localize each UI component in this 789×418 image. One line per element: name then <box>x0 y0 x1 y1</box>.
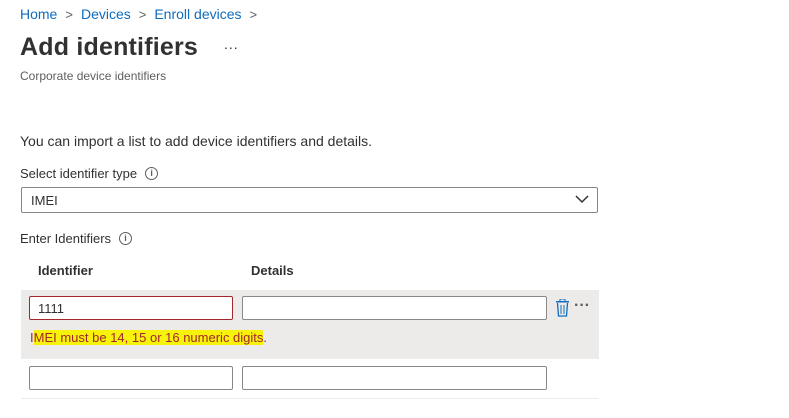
page-title: Add identifiers <box>20 33 199 61</box>
more-options-icon[interactable]: ... <box>224 36 239 52</box>
identifier-type-label: Select identifier type i <box>20 166 159 181</box>
error-text-highlighted: MEI must be 14, 15 or 16 numeric digits <box>33 330 264 345</box>
identifier-error-message: IMEI must be 14, 15 or 16 numeric digits… <box>30 330 267 345</box>
column-header-identifier: Identifier <box>38 263 93 278</box>
intro-text: You can import a list to add device iden… <box>20 133 373 149</box>
trash-icon[interactable] <box>555 299 570 317</box>
breadcrumb-home[interactable]: Home <box>20 6 57 22</box>
breadcrumb-devices[interactable]: Devices <box>81 6 131 22</box>
info-icon[interactable]: i <box>145 167 159 180</box>
enter-identifiers-label-text: Enter Identifiers <box>20 231 112 246</box>
identifier-type-label-text: Select identifier type <box>20 166 138 181</box>
chevron-right-icon: > <box>249 6 258 22</box>
table-divider <box>21 398 599 399</box>
details-input[interactable] <box>242 366 547 390</box>
identifier-type-select[interactable]: IMEI <box>21 187 598 213</box>
chevron-down-icon <box>575 195 589 204</box>
chevron-right-icon: > <box>65 6 73 22</box>
details-input[interactable] <box>242 296 547 320</box>
identifier-type-value: IMEI <box>31 193 58 208</box>
identifier-input[interactable] <box>29 296 233 320</box>
breadcrumb-enroll-devices[interactable]: Enroll devices <box>154 6 241 22</box>
chevron-right-icon: > <box>138 6 147 22</box>
row-more-icon[interactable]: ··· <box>574 298 590 314</box>
error-text-end: . <box>263 330 268 345</box>
column-header-details: Details <box>251 263 294 278</box>
identifier-input[interactable] <box>29 366 233 390</box>
enter-identifiers-label: Enter Identifiers i <box>20 231 133 246</box>
breadcrumb: Home > Devices > Enroll devices > <box>20 6 265 22</box>
info-icon[interactable]: i <box>119 232 133 245</box>
page-subtitle: Corporate device identifiers <box>20 69 167 83</box>
